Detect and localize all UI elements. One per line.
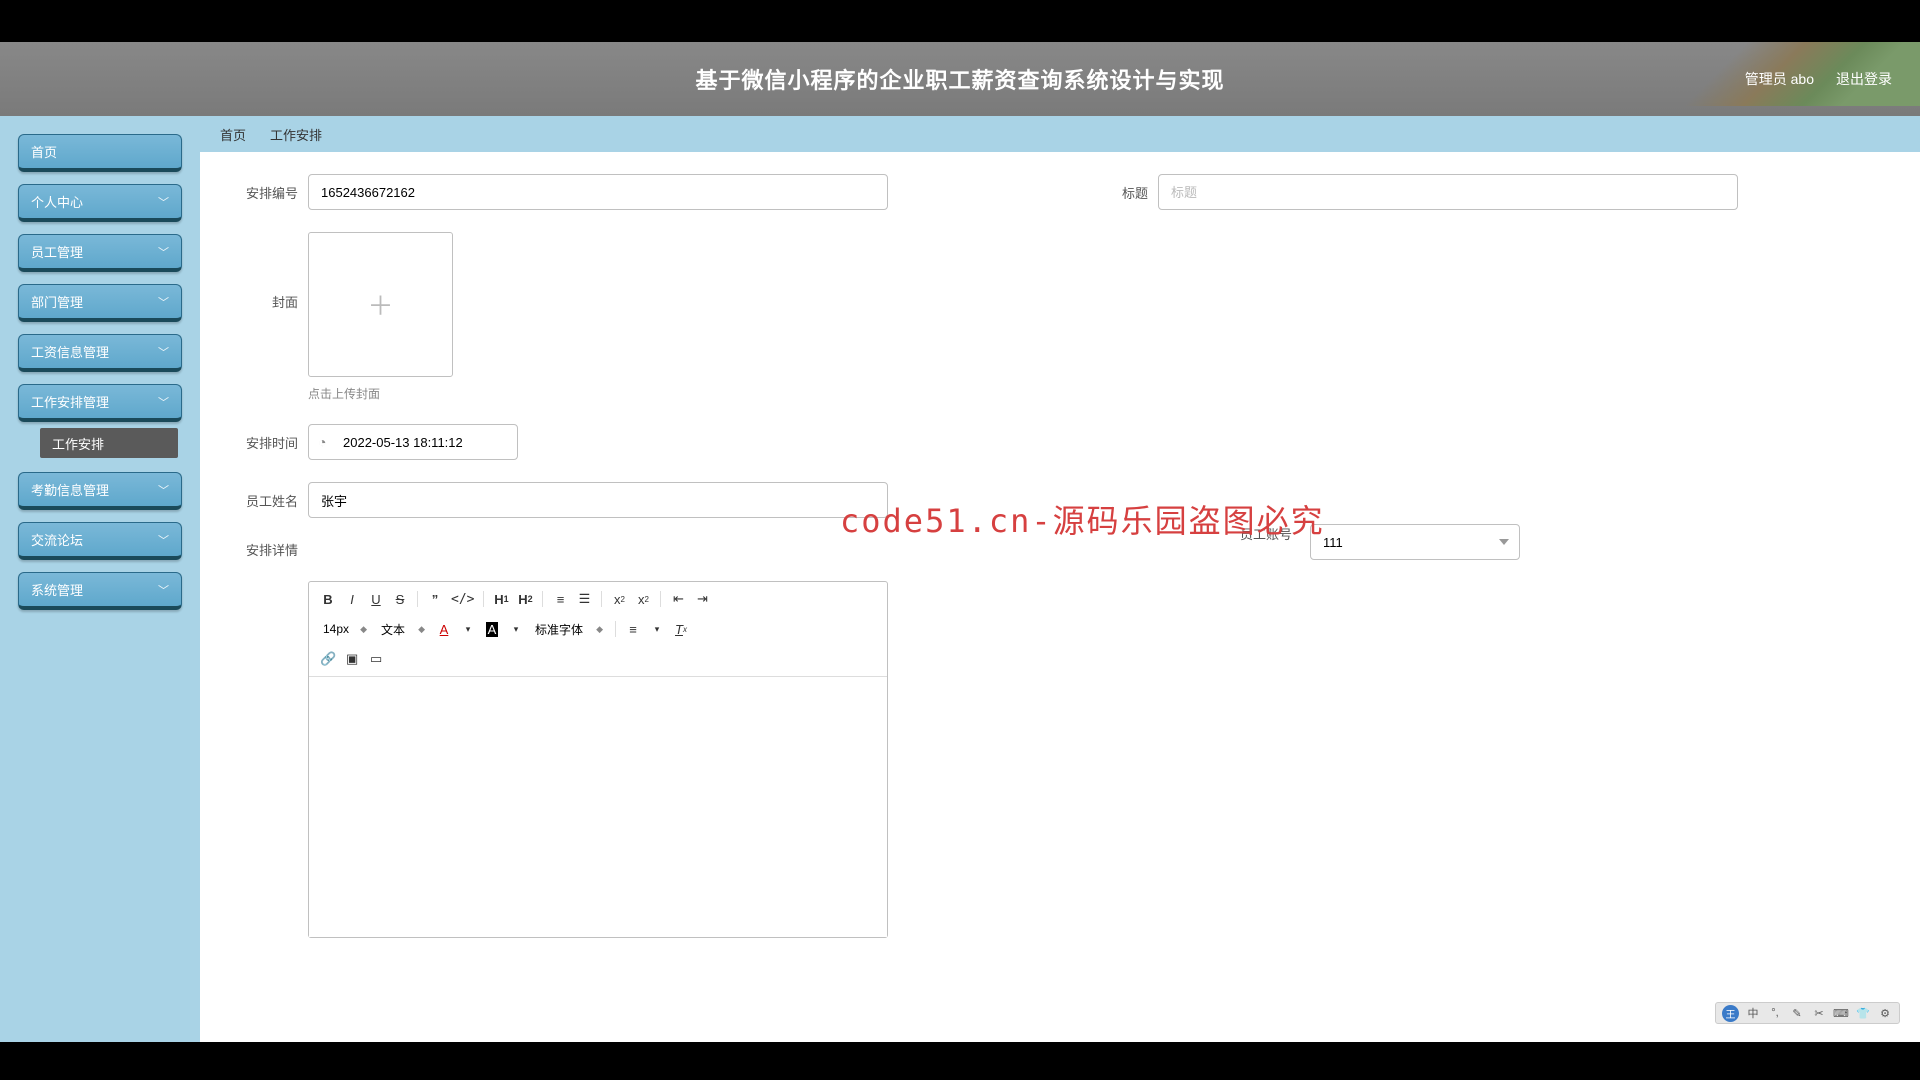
page-title: 基于微信小程序的企业职工薪资查询系统设计与实现 <box>695 63 1224 95</box>
separator <box>483 591 484 607</box>
chevron-down-icon: ﹀ <box>158 482 169 498</box>
content-area: 首页 工作安排 安排编号 标题 封面 <box>200 116 1920 1042</box>
separator <box>615 621 616 637</box>
editor-body[interactable] <box>309 677 887 937</box>
breadcrumb-home[interactable]: 首页 <box>220 125 246 144</box>
separator <box>417 591 418 607</box>
emp-acct-value: 111 <box>1323 535 1343 550</box>
indent-button[interactable]: ⇥ <box>691 588 713 610</box>
chevron-down-icon: ﹀ <box>158 344 169 360</box>
h1-button[interactable]: H1 <box>490 588 512 610</box>
cover-upload[interactable]: ＋ <box>308 232 453 377</box>
header: 基于微信小程序的企业职工薪资查询系统设计与实现 管理员 abo 退出登录 <box>0 42 1920 116</box>
sidebar-item-salary[interactable]: 工资信息管理 ﹀ <box>18 334 182 372</box>
sidebar-subitem-work-arrange[interactable]: 工作安排 <box>40 428 178 458</box>
sidebar-subitem-label: 工作安排 <box>52 434 104 453</box>
cover-upload-hint: 点击上传封面 <box>308 385 453 402</box>
arrange-no-label: 安排编号 <box>220 183 298 202</box>
arrange-time-input[interactable] <box>308 424 518 460</box>
sidebar-item-forum[interactable]: 交流论坛 ﹀ <box>18 522 182 560</box>
sidebar-item-personal[interactable]: 个人中心 ﹀ <box>18 184 182 222</box>
sidebar-item-attendance[interactable]: 考勤信息管理 ﹀ <box>18 472 182 510</box>
strike-button[interactable]: S <box>389 588 411 610</box>
separator <box>660 591 661 607</box>
sidebar-item-label: 员工管理 <box>31 242 83 261</box>
align-dropdown[interactable]: ▾ <box>646 618 668 640</box>
details-label: 安排详情 <box>220 540 298 559</box>
underline-button[interactable]: U <box>365 588 387 610</box>
title-label: 标题 <box>1098 183 1148 202</box>
ime-skin-icon[interactable]: 👕 <box>1855 1005 1871 1021</box>
highlight-dropdown[interactable]: ▾ <box>505 618 527 640</box>
ordered-list-button[interactable]: ≡ <box>549 588 571 610</box>
sidebar-item-label: 首页 <box>31 142 57 161</box>
arrange-no-input[interactable] <box>308 174 888 210</box>
sidebar-item-system[interactable]: 系统管理 ﹀ <box>18 572 182 610</box>
font-family-select[interactable]: 标准字体◆ <box>529 618 609 640</box>
sidebar-item-label: 个人中心 <box>31 192 83 211</box>
italic-button[interactable]: I <box>341 588 363 610</box>
code-button[interactable]: </> <box>448 588 477 610</box>
subscript-button[interactable]: x2 <box>608 588 630 610</box>
sidebar-item-label: 考勤信息管理 <box>31 480 109 499</box>
link-icon[interactable]: 🔗 <box>317 648 339 670</box>
sidebar-item-work-arrange[interactable]: 工作安排管理 ﹀ <box>18 384 182 422</box>
font-size-select[interactable]: 14px◆ <box>317 618 373 640</box>
separator <box>601 591 602 607</box>
video-icon[interactable]: ▭ <box>365 648 387 670</box>
highlight-button[interactable]: A <box>481 618 503 640</box>
ime-keyboard-icon[interactable]: ⌨ <box>1833 1005 1849 1021</box>
breadcrumb-current[interactable]: 工作安排 <box>270 125 322 144</box>
chevron-down-icon: ﹀ <box>158 532 169 548</box>
sidebar-item-label: 工资信息管理 <box>31 342 109 361</box>
clear-format-button[interactable]: Tx <box>670 618 692 640</box>
ime-scissors-icon[interactable]: ✂ <box>1811 1005 1827 1021</box>
image-icon[interactable]: ▣ <box>341 648 363 670</box>
chevron-down-icon: ﹀ <box>158 194 169 210</box>
quote-button[interactable]: ” <box>424 588 446 610</box>
ime-settings-icon[interactable]: ⚙ <box>1877 1005 1893 1021</box>
sidebar-item-label: 交流论坛 <box>31 530 83 549</box>
emp-acct-select[interactable]: 111 <box>1310 524 1520 560</box>
logout-link[interactable]: 退出登录 <box>1836 69 1892 89</box>
sidebar-item-label: 部门管理 <box>31 292 83 311</box>
breadcrumb: 首页 工作安排 <box>200 116 1920 152</box>
cover-label: 封面 <box>220 292 298 311</box>
sidebar-item-label: 工作安排管理 <box>31 392 109 411</box>
ime-punct-icon[interactable]: °, <box>1767 1005 1783 1021</box>
text-type-select[interactable]: 文本◆ <box>375 618 431 640</box>
rich-text-editor: B I U S ” </> H1 H2 ≡ ☰ x2 <box>308 581 888 938</box>
emp-acct-label: 员工账号 <box>1240 524 1292 543</box>
separator <box>542 591 543 607</box>
color-dropdown[interactable]: ▾ <box>457 618 479 640</box>
align-button[interactable]: ≡ <box>622 618 644 640</box>
arrange-time-label: 安排时间 <box>220 433 298 452</box>
unordered-list-button[interactable]: ☰ <box>573 588 595 610</box>
sidebar-item-department[interactable]: 部门管理 ﹀ <box>18 284 182 322</box>
h2-button[interactable]: H2 <box>514 588 536 610</box>
clock-icon: ◔ <box>318 434 326 450</box>
emp-name-input[interactable] <box>308 482 888 518</box>
editor-toolbar: B I U S ” </> H1 H2 ≡ ☰ x2 <box>309 582 887 677</box>
title-input[interactable] <box>1158 174 1738 210</box>
ime-lang-icon[interactable]: 中 <box>1745 1005 1761 1021</box>
plus-icon: ＋ <box>367 286 393 323</box>
emp-name-label: 员工姓名 <box>220 491 298 510</box>
admin-name[interactable]: 管理员 abo <box>1745 69 1814 89</box>
outdent-button[interactable]: ⇤ <box>667 588 689 610</box>
sidebar-item-home[interactable]: 首页 <box>18 134 182 172</box>
sidebar-item-employee[interactable]: 员工管理 ﹀ <box>18 234 182 272</box>
chevron-down-icon: ﹀ <box>158 394 169 410</box>
chevron-down-icon: ﹀ <box>158 582 169 598</box>
sidebar: 首页 个人中心 ﹀ 员工管理 ﹀ 部门管理 ﹀ 工资信息管理 ﹀ 工作安排管理 … <box>0 116 200 1042</box>
bold-button[interactable]: B <box>317 588 339 610</box>
ime-edit-icon[interactable]: ✎ <box>1789 1005 1805 1021</box>
chevron-down-icon: ﹀ <box>158 244 169 260</box>
ime-toolbar: 王 中 °, ✎ ✂ ⌨ 👕 ⚙ <box>1715 1002 1900 1024</box>
sidebar-item-label: 系统管理 <box>31 580 83 599</box>
text-color-button[interactable]: A <box>433 618 455 640</box>
superscript-button[interactable]: x2 <box>632 588 654 610</box>
chevron-down-icon: ﹀ <box>158 294 169 310</box>
ime-logo-icon[interactable]: 王 <box>1722 1005 1739 1022</box>
